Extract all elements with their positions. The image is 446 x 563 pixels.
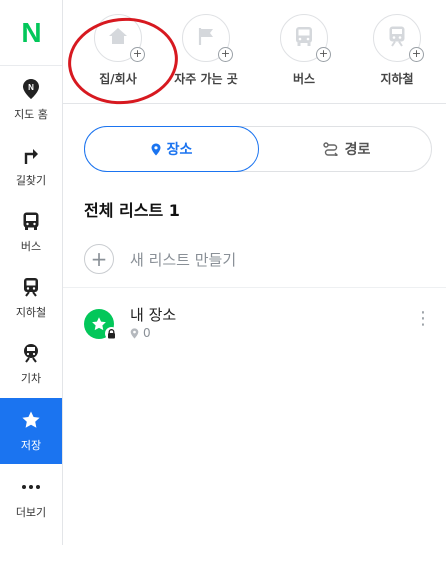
nav-saved[interactable]: 저장 bbox=[0, 398, 62, 464]
category-label: 자주 가는 곳 bbox=[174, 72, 238, 86]
list-item[interactable]: 내 장소 0 ⋮ bbox=[84, 304, 446, 348]
category-circle: + bbox=[373, 14, 424, 62]
category-home-office[interactable]: + 집/회사 bbox=[72, 14, 164, 87]
add-icon: + bbox=[218, 47, 233, 62]
category-frequent-places[interactable]: + 자주 가는 곳 bbox=[160, 14, 252, 87]
nav-label: 길찾기 bbox=[15, 174, 47, 187]
home-icon bbox=[107, 26, 129, 50]
nav-bus[interactable]: 버스 bbox=[0, 199, 62, 265]
category-bus[interactable]: + 버스 bbox=[258, 14, 350, 87]
list-section-title: 전체 리스트 1 bbox=[84, 201, 180, 220]
subway-icon bbox=[20, 276, 42, 298]
pin-icon bbox=[130, 327, 139, 339]
naver-logo[interactable]: N bbox=[0, 0, 62, 66]
map-pin-icon: N bbox=[20, 78, 42, 100]
star-icon bbox=[20, 409, 42, 431]
bus-icon bbox=[20, 210, 42, 232]
nav-more[interactable]: 더보기 bbox=[0, 465, 62, 531]
nav-directions[interactable]: 길찾기 bbox=[0, 133, 62, 199]
plus-icon: + bbox=[84, 244, 114, 274]
nav-label: 저장 bbox=[20, 439, 42, 452]
category-circle: + bbox=[94, 14, 145, 62]
add-icon: + bbox=[409, 47, 424, 62]
tab-places[interactable]: 장소 bbox=[84, 126, 259, 172]
nav-label: 버스 bbox=[20, 240, 42, 253]
create-list-label: 새 리스트 만들기 bbox=[130, 250, 237, 269]
tab-label: 장소 bbox=[166, 142, 193, 158]
category-subway[interactable]: + 지하철 bbox=[351, 14, 443, 87]
nav-map-home[interactable]: N 지도 홈 bbox=[0, 67, 62, 133]
create-new-list-button[interactable]: + 새 리스트 만들기 bbox=[84, 244, 236, 274]
category-label: 버스 bbox=[292, 72, 316, 86]
more-options-icon[interactable]: ⋮ bbox=[414, 310, 432, 328]
saved-tabs: 장소 경로 bbox=[84, 126, 432, 172]
side-nav: N N 지도 홈 길찾기 버스 지하철 기차 저장 더보기 bbox=[0, 0, 63, 545]
tab-label: 경로 bbox=[344, 142, 371, 158]
nav-train[interactable]: 기차 bbox=[0, 331, 62, 397]
pin-icon bbox=[151, 143, 161, 156]
list-name: 내 장소 bbox=[130, 306, 177, 324]
svg-text:N: N bbox=[28, 83, 34, 92]
nav-subway[interactable]: 지하철 bbox=[0, 265, 62, 331]
list-place-count: 0 bbox=[130, 326, 151, 340]
subway-icon bbox=[387, 25, 407, 51]
add-icon: + bbox=[316, 47, 331, 62]
logo-text: N bbox=[21, 16, 41, 48]
more-icon bbox=[20, 476, 42, 498]
route-icon bbox=[322, 142, 339, 156]
nav-label: 지도 홈 bbox=[14, 108, 48, 121]
lock-icon bbox=[105, 327, 118, 340]
nav-label: 기차 bbox=[20, 372, 42, 385]
flag-icon bbox=[196, 26, 216, 50]
bus-icon bbox=[294, 25, 314, 51]
tab-routes[interactable]: 경로 bbox=[259, 126, 434, 172]
add-icon: + bbox=[130, 47, 145, 62]
shortcut-categories: + 집/회사 + 자주 가는 곳 + 버스 + 지하철 bbox=[63, 0, 446, 104]
turn-arrow-icon bbox=[20, 144, 42, 166]
count-value: 0 bbox=[143, 326, 151, 340]
nav-label: 지하철 bbox=[15, 306, 47, 319]
train-icon bbox=[20, 342, 42, 364]
divider bbox=[63, 287, 446, 288]
nav-label: 더보기 bbox=[15, 506, 47, 519]
category-label: 집/회사 bbox=[99, 72, 137, 86]
category-circle: + bbox=[280, 14, 331, 62]
category-label: 지하철 bbox=[380, 72, 414, 86]
category-circle: + bbox=[182, 14, 233, 62]
